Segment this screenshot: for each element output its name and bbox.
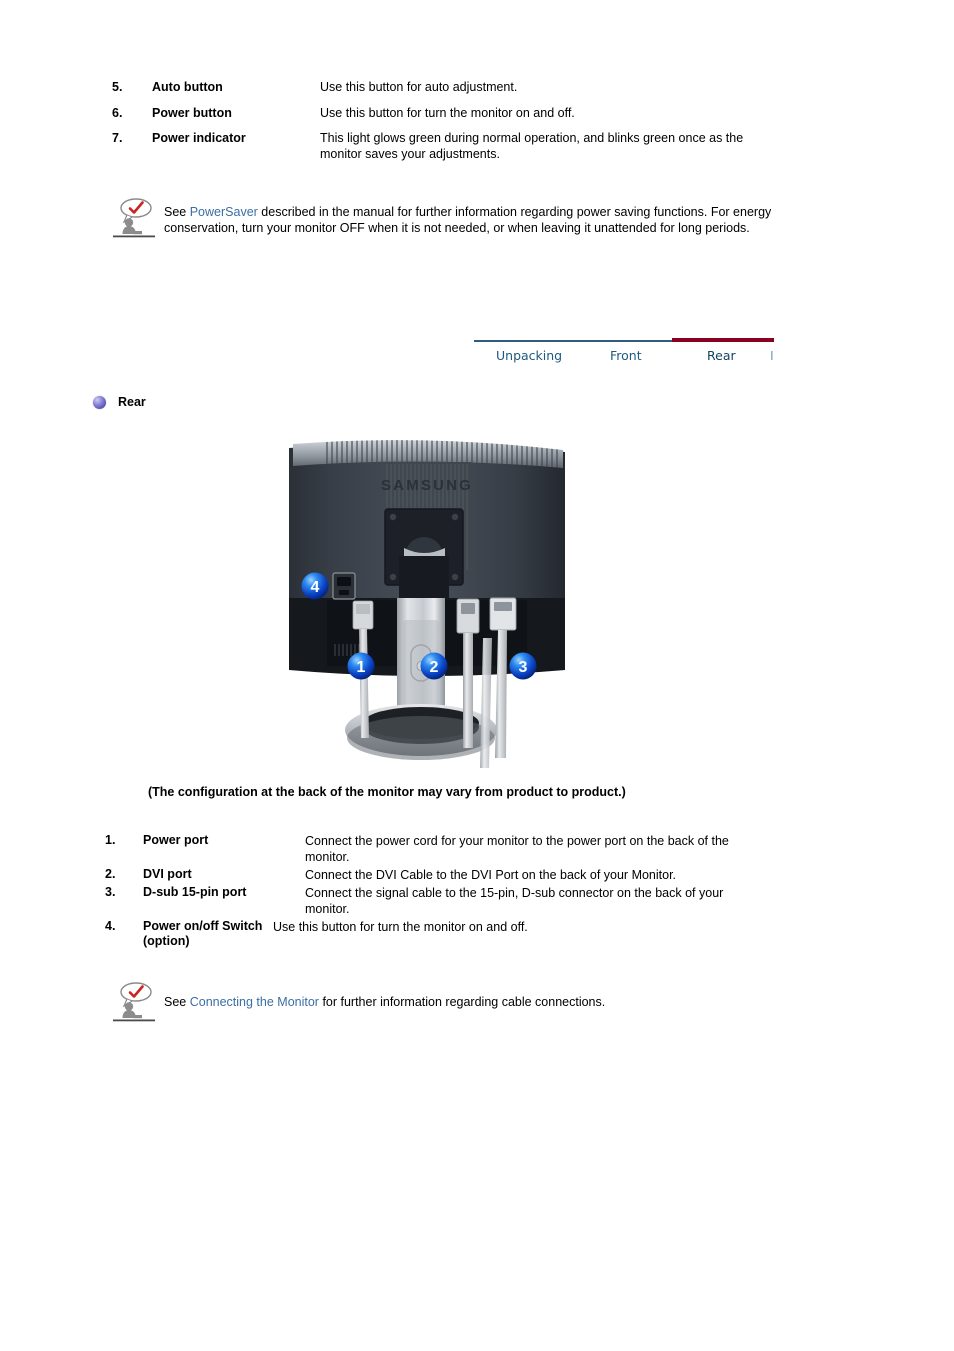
list-item: 6. Power button Use this button for turn… xyxy=(112,106,812,122)
item-number: 6. xyxy=(112,105,123,120)
note-block-connecting: See Connecting the Monitor for further i… xyxy=(112,980,812,1024)
item-description: Connect the signal cable to the 15-pin, … xyxy=(305,886,724,916)
item-term: Power on/off Switch (option) xyxy=(143,919,263,948)
tab-rear[interactable]: Rear xyxy=(707,348,736,363)
item-number: 5. xyxy=(112,80,123,94)
tab-next-partial[interactable]: I xyxy=(770,348,774,363)
note-text: See PowerSaver described in the manual f… xyxy=(164,196,812,236)
item-term: DVI port xyxy=(143,867,192,881)
list-item: 4. Power on/off Switch (option) Use this… xyxy=(105,919,805,949)
list-item: 7. Power indicator This light glows gree… xyxy=(112,131,812,162)
tabbar-rule-inactive xyxy=(474,340,672,342)
item-description: Connect the power cord for your monitor … xyxy=(305,834,729,864)
figure-caption: (The configuration at the back of the mo… xyxy=(148,785,626,799)
list-item: 1. Power port Connect the power cord for… xyxy=(105,833,805,865)
callout-badge-4: 4 xyxy=(301,572,329,600)
list-item: 3. D-sub 15-pin port Connect the signal … xyxy=(105,885,805,917)
document-page: 5. Auto button Use this button for auto … xyxy=(0,0,954,1351)
item-term: Power port xyxy=(143,833,209,847)
note-prefix: See xyxy=(164,205,190,219)
svg-text:3: 3 xyxy=(519,659,528,676)
svg-text:2: 2 xyxy=(430,659,439,676)
svg-text:1: 1 xyxy=(357,659,366,676)
callout-badge-2: 2 xyxy=(420,652,448,680)
note-link-powersaver[interactable]: PowerSaver xyxy=(190,205,258,219)
callout-badge-1: 1 xyxy=(347,652,375,680)
section-heading-rear: Rear xyxy=(93,395,146,409)
note-person-checkmark-icon xyxy=(112,196,156,240)
note-block-powersaver: See PowerSaver described in the manual f… xyxy=(112,196,812,240)
item-number: 2. xyxy=(105,867,116,881)
note-link-connecting-the-monitor[interactable]: Connecting the Monitor xyxy=(190,995,319,1009)
note-person-checkmark-icon xyxy=(112,980,156,1024)
item-term: Auto button xyxy=(152,80,223,94)
brand-text: SAMSUNG xyxy=(381,477,473,494)
note-prefix: See xyxy=(164,995,190,1009)
item-number: 3. xyxy=(105,885,116,899)
tab-front[interactable]: Front xyxy=(610,348,642,363)
item-description: Use this button for turn the monitor on … xyxy=(320,105,575,120)
note-text: See Connecting the Monitor for further i… xyxy=(164,980,605,1010)
feature-list-top: 5. Auto button Use this button for auto … xyxy=(112,80,812,172)
port-list-bottom: 1. Power port Connect the power cord for… xyxy=(105,833,805,951)
section-tabbar: Unpacking Front Rear I xyxy=(474,338,774,372)
svg-text:4: 4 xyxy=(311,579,320,596)
list-item: 2. DVI port Connect the DVI Cable to the… xyxy=(105,867,805,883)
tabbar-rule-active xyxy=(672,338,774,342)
callout-badge-3: 3 xyxy=(509,652,537,680)
note-suffix: for further information regarding cable … xyxy=(318,995,606,1009)
list-item: 5. Auto button Use this button for auto … xyxy=(112,80,812,96)
item-term: Power indicator xyxy=(152,131,246,145)
item-description: Use this button for auto adjustment. xyxy=(320,80,518,94)
page-title: Rear xyxy=(118,395,146,409)
item-description: This light glows green during normal ope… xyxy=(320,131,744,161)
item-number: 4. xyxy=(105,919,116,933)
item-description: Use this button for turn the monitor on … xyxy=(273,920,528,934)
item-number: 1. xyxy=(105,833,116,847)
item-description: Connect the DVI Cable to the DVI Port on… xyxy=(305,868,677,882)
tab-unpacking[interactable]: Unpacking xyxy=(496,348,562,363)
sphere-bullet-icon xyxy=(93,395,106,409)
item-term: Power button xyxy=(152,105,232,120)
monitor-rear-photo: SAMSUNG 4 1 2 3 xyxy=(287,438,567,778)
item-term: D-sub 15-pin port xyxy=(143,885,247,899)
item-number: 7. xyxy=(112,131,123,145)
